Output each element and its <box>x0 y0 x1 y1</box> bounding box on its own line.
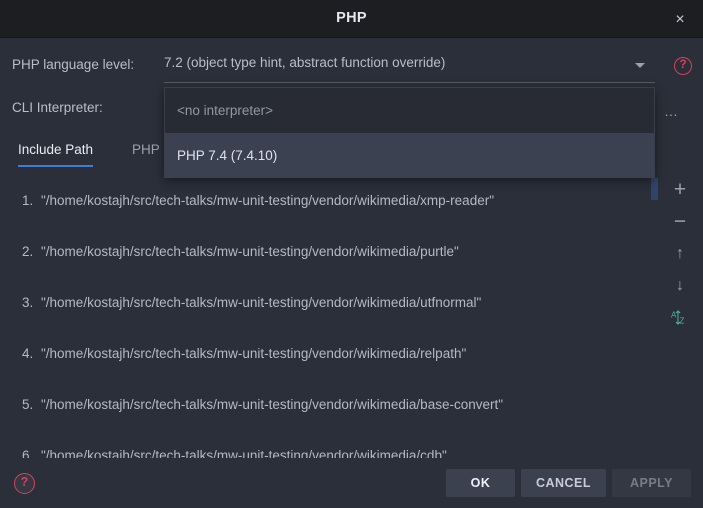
apply-button: APPLY <box>612 469 691 497</box>
list-item[interactable]: 6. "/home/kostajh/src/tech-talks/mw-unit… <box>0 423 658 458</box>
list-item-number: 1. <box>22 193 34 208</box>
dropdown-option-no-interpreter[interactable]: <no interpreter> <box>165 88 654 133</box>
list-item[interactable]: 4. "/home/kostajh/src/tech-talks/mw-unit… <box>0 321 658 372</box>
php-settings-dialog: PHP × PHP language level: 7.2 (object ty… <box>0 0 703 508</box>
move-up-icon[interactable]: ↑ <box>662 239 698 269</box>
list-item-number: 4. <box>22 346 34 361</box>
list-item-number: 6. <box>22 448 34 458</box>
list-item-path: "/home/kostajh/src/tech-talks/mw-unit-te… <box>41 244 459 259</box>
help-icon[interactable]: ? <box>14 473 35 494</box>
php-language-level-label: PHP language level: <box>12 57 135 72</box>
cli-interpreter-label: CLI Interpreter: <box>12 100 103 115</box>
list-item-number: 5. <box>22 397 34 412</box>
list-item-number: 2. <box>22 244 34 259</box>
include-path-list[interactable]: 1. "/home/kostajh/src/tech-talks/mw-unit… <box>0 168 658 458</box>
php-language-level-value: 7.2 (object type hint, abstract function… <box>164 55 446 70</box>
remove-icon[interactable]: − <box>662 207 698 237</box>
svg-text:A: A <box>671 311 677 320</box>
field-underline <box>164 82 655 83</box>
cli-interpreter-dropdown-popup[interactable]: <no interpreter> PHP 7.4 (7.4.10) <box>164 87 655 178</box>
cli-interpreter-browse-button[interactable]: … <box>664 103 679 119</box>
sort-alphabetical-icon[interactable]: A Z <box>662 303 698 333</box>
list-item-path: "/home/kostajh/src/tech-talks/mw-unit-te… <box>41 193 494 208</box>
help-icon[interactable]: ? <box>674 57 692 75</box>
tab-php[interactable]: PHP <box>132 136 160 167</box>
add-icon[interactable]: + <box>662 175 698 205</box>
cancel-button[interactable]: CANCEL <box>521 469 606 497</box>
dialog-title: PHP <box>336 10 367 26</box>
list-item-path: "/home/kostajh/src/tech-talks/mw-unit-te… <box>41 346 467 361</box>
ok-button[interactable]: OK <box>446 469 515 497</box>
chevron-down-icon[interactable] <box>635 63 645 68</box>
list-scrollbar-thumb[interactable] <box>651 178 658 200</box>
close-icon[interactable]: × <box>669 9 691 31</box>
move-down-icon[interactable]: ↓ <box>662 271 698 301</box>
list-item-path: "/home/kostajh/src/tech-talks/mw-unit-te… <box>41 397 504 412</box>
list-item-number: 3. <box>22 295 34 310</box>
list-item[interactable]: 5. "/home/kostajh/src/tech-talks/mw-unit… <box>0 372 658 423</box>
list-item-path: "/home/kostajh/src/tech-talks/mw-unit-te… <box>41 448 447 458</box>
tab-include-path[interactable]: Include Path <box>18 136 94 167</box>
list-toolbar: + − ↑ ↓ A Z <box>658 168 703 458</box>
svg-text:Z: Z <box>680 317 685 326</box>
list-item[interactable]: 2. "/home/kostajh/src/tech-talks/mw-unit… <box>0 219 658 270</box>
dropdown-option-php-74[interactable]: PHP 7.4 (7.4.10) <box>165 133 654 178</box>
php-language-level-select[interactable]: 7.2 (object type hint, abstract function… <box>164 55 655 79</box>
list-item-path: "/home/kostajh/src/tech-talks/mw-unit-te… <box>41 295 482 310</box>
list-item[interactable]: 3. "/home/kostajh/src/tech-talks/mw-unit… <box>0 270 658 321</box>
dialog-titlebar: PHP × <box>0 0 703 38</box>
